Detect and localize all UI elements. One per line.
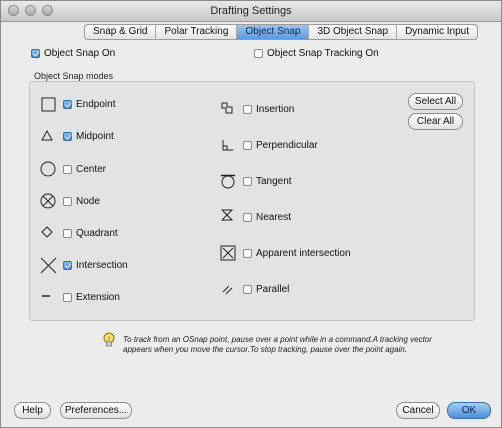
modes-group-title: Object Snap modes — [34, 71, 114, 81]
tangent-checkbox[interactable] — [243, 177, 252, 186]
apparent-intersection-icon — [220, 245, 236, 261]
tangent-label: Tangent — [256, 176, 292, 187]
nearest-icon — [221, 209, 234, 221]
node-icon — [40, 193, 56, 209]
mode-perpendicular: Perpendicular — [243, 140, 318, 151]
endpoint-checkbox[interactable] — [63, 100, 72, 109]
parallel-icon — [222, 285, 233, 295]
center-icon — [40, 161, 56, 177]
endpoint-label: Endpoint — [76, 99, 116, 110]
object-snap-tracking-option: Object Snap Tracking On — [254, 48, 379, 59]
mode-midpoint: Midpoint — [63, 131, 114, 142]
midpoint-label: Midpoint — [76, 131, 114, 142]
mode-center: Center — [63, 164, 106, 175]
object-snap-on-checkbox[interactable] — [31, 49, 40, 58]
quadrant-icon — [41, 226, 53, 238]
perpendicular-icon — [222, 140, 233, 151]
mode-node: Node — [63, 196, 100, 207]
ok-button[interactable]: OK — [447, 402, 491, 419]
clear-all-button[interactable]: Clear All — [408, 113, 463, 130]
apparent-intersection-checkbox[interactable] — [243, 249, 252, 258]
parallel-label: Parallel — [256, 284, 290, 295]
extension-checkbox[interactable] — [63, 293, 72, 302]
parallel-checkbox[interactable] — [243, 285, 252, 294]
select-all-button[interactable]: Select All — [408, 93, 463, 110]
nearest-label: Nearest — [256, 212, 292, 223]
object-snap-tracking-label: Object Snap Tracking On — [267, 48, 379, 59]
mode-parallel: Parallel — [243, 284, 289, 295]
quadrant-checkbox[interactable] — [63, 229, 72, 238]
intersection-checkbox[interactable] — [63, 261, 72, 270]
tab-dynamic-input[interactable]: Dynamic Input — [397, 25, 477, 39]
intersection-label: Intersection — [76, 260, 128, 271]
title-bar: Drafting Settings — [1, 1, 501, 22]
center-checkbox[interactable] — [63, 165, 72, 174]
mode-extension: Extension — [63, 292, 120, 303]
drafting-settings-window: Drafting Settings Snap & Grid Polar Trac… — [0, 0, 502, 428]
mode-quadrant: Quadrant — [63, 228, 118, 239]
cancel-button[interactable]: Cancel — [396, 402, 440, 419]
mode-intersection: Intersection — [63, 260, 128, 271]
lightbulb-icon — [103, 332, 115, 347]
quadrant-label: Quadrant — [76, 228, 118, 239]
intersection-icon — [40, 257, 57, 274]
tab-object-snap[interactable]: Object Snap — [237, 25, 310, 39]
mode-nearest: Nearest — [243, 212, 291, 223]
midpoint-icon — [41, 129, 53, 141]
window-title: Drafting Settings — [210, 5, 292, 17]
extension-label: Extension — [76, 292, 120, 303]
node-label: Node — [76, 196, 100, 207]
insertion-icon — [221, 102, 233, 114]
tab-snap-grid[interactable]: Snap & Grid — [85, 25, 157, 39]
tab-3d-object-snap[interactable]: 3D Object Snap — [309, 25, 398, 39]
object-snap-tracking-checkbox[interactable] — [254, 49, 263, 58]
endpoint-icon — [41, 97, 56, 112]
mode-endpoint: Endpoint — [63, 99, 115, 110]
apparent-intersection-label: Apparent intersection — [256, 248, 351, 259]
perpendicular-label: Perpendicular — [256, 140, 318, 151]
mode-tangent: Tangent — [243, 176, 292, 187]
mode-insertion: Insertion — [243, 104, 294, 115]
perpendicular-checkbox[interactable] — [243, 141, 252, 150]
preferences-button[interactable]: Preferences... — [60, 402, 132, 419]
node-checkbox[interactable] — [63, 197, 72, 206]
object-snap-on-option: Object Snap On — [31, 48, 115, 59]
tab-bar: Snap & Grid Polar Tracking Object Snap 3… — [84, 24, 478, 40]
insertion-checkbox[interactable] — [243, 105, 252, 114]
tracking-tip-text: To track from an OSnap point, pause over… — [123, 335, 432, 354]
nearest-checkbox[interactable] — [243, 213, 252, 222]
tangent-icon — [221, 174, 235, 189]
help-button[interactable]: Help — [14, 402, 51, 419]
object-snap-on-label: Object Snap On — [44, 48, 116, 59]
extension-icon — [42, 295, 50, 297]
insertion-label: Insertion — [256, 104, 295, 115]
center-label: Center — [76, 164, 107, 175]
tab-polar-tracking[interactable]: Polar Tracking — [156, 25, 238, 39]
midpoint-checkbox[interactable] — [63, 132, 72, 141]
mode-apparent-intersection: Apparent intersection — [243, 248, 351, 259]
